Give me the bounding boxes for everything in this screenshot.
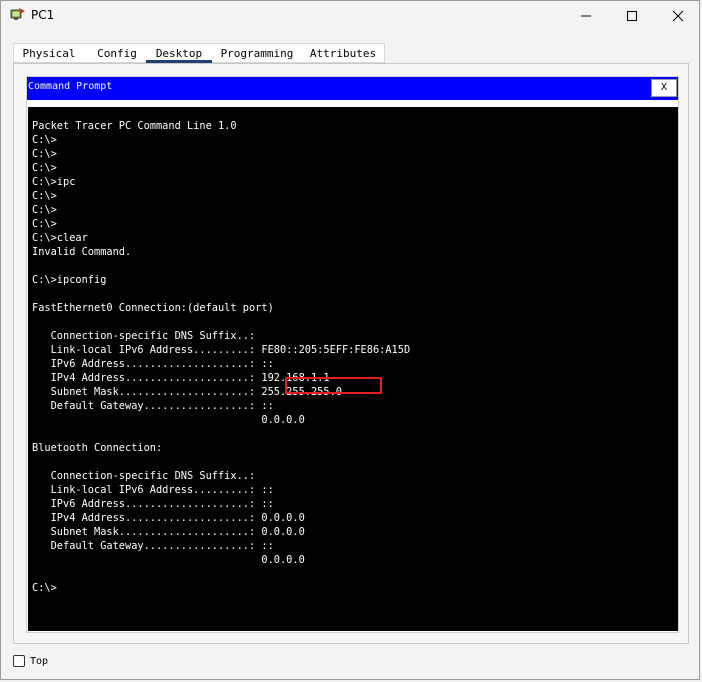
terminal-line: Default Gateway.................: ::	[32, 540, 274, 552]
command-prompt-app: Command Prompt X Packet Tracer PC Comman…	[26, 76, 679, 633]
terminal-line: 0.0.0.0	[32, 414, 305, 426]
terminal-line: C:\>	[32, 582, 57, 594]
desktop-panel: Command Prompt X Packet Tracer PC Comman…	[13, 63, 689, 644]
terminal-line: Link-local IPv6 Address.........: ::	[32, 484, 274, 496]
packet-tracer-pc-icon	[10, 8, 25, 20]
terminal-line: C:\>	[32, 218, 57, 230]
terminal-line: IPv4 Address....................: 192.16…	[32, 372, 330, 384]
tab-desktop[interactable]: Desktop	[146, 44, 212, 63]
minimize-icon	[581, 15, 591, 17]
tab-attributes[interactable]: Attributes	[306, 44, 380, 63]
terminal-line: IPv4 Address....................: 0.0.0.…	[32, 512, 305, 524]
close-icon	[672, 10, 684, 22]
terminal-line: C:\>	[32, 148, 57, 160]
terminal-line: 0.0.0.0	[32, 554, 305, 566]
maximize-icon	[627, 11, 637, 21]
terminal-line: Subnet Mask.....................: 0.0.0.…	[32, 526, 305, 538]
minimize-button[interactable]	[563, 1, 609, 31]
terminal-line: C:\>clear	[32, 232, 88, 244]
footer: Top	[13, 653, 48, 669]
terminal-line: C:\>	[32, 162, 57, 174]
terminal-line: Bluetooth Connection:	[32, 442, 163, 454]
terminal-line: Connection-specific DNS Suffix..:	[32, 330, 262, 342]
command-prompt-header: Command Prompt X	[27, 77, 678, 100]
maximize-button[interactable]	[609, 1, 655, 31]
terminal-line: Packet Tracer PC Command Line 1.0	[32, 120, 237, 132]
terminal-line: Default Gateway.................: ::	[32, 400, 274, 412]
pc1-window: PC1 Physical Config Desktop Programming …	[0, 0, 700, 680]
terminal-output[interactable]: Packet Tracer PC Command Line 1.0 C:\> C:\…	[28, 107, 678, 631]
terminal-line: C:\>	[32, 190, 57, 202]
terminal-line: C:\>	[32, 204, 57, 216]
terminal-line: C:\>	[32, 134, 57, 146]
tab-programming[interactable]: Programming	[218, 44, 296, 63]
close-button[interactable]	[655, 1, 701, 31]
top-checkbox-label: Top	[30, 655, 49, 667]
tab-physical[interactable]: Physical	[18, 44, 80, 63]
terminal-line: C:\>ipconfig	[32, 274, 107, 286]
terminal-line: Connection-specific DNS Suffix..:	[32, 470, 262, 482]
command-prompt-title: Command Prompt	[28, 81, 113, 92]
tab-bar: Physical Config Desktop Programming Attr…	[13, 43, 385, 63]
terminal-line: IPv6 Address....................: ::	[32, 358, 274, 370]
terminal-line: IPv6 Address....................: ::	[32, 498, 274, 510]
command-prompt-close-button[interactable]: X	[651, 79, 677, 97]
window-title: PC1	[31, 8, 55, 22]
terminal-line: Link-local IPv6 Address.........: FE80::…	[32, 344, 411, 356]
tab-config[interactable]: Config	[86, 44, 148, 63]
terminal-line: C:\>ipc	[32, 176, 76, 188]
terminal-line: FastEthernet0 Connection:(default port)	[32, 302, 274, 314]
terminal-line: Subnet Mask.....................: 255.25…	[32, 386, 342, 398]
title-bar[interactable]: PC1	[1, 1, 699, 31]
top-checkbox[interactable]	[13, 655, 25, 667]
terminal-line: Invalid Command.	[32, 246, 132, 258]
